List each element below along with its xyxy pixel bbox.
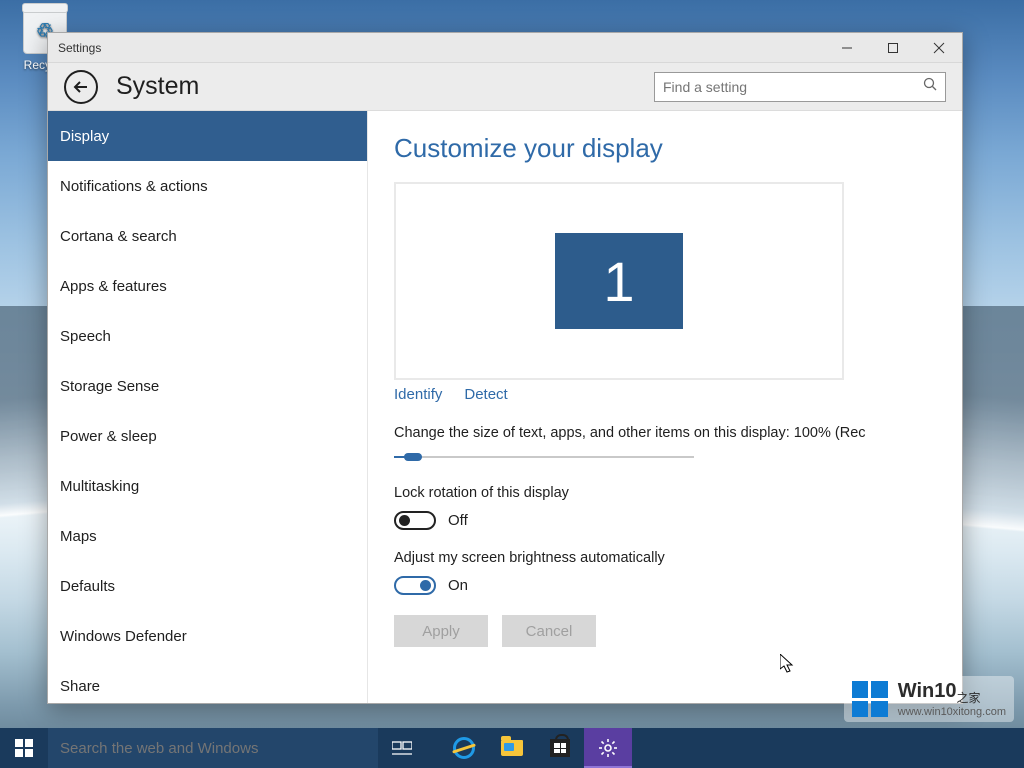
sidebar-item-speech[interactable]: Speech — [48, 311, 367, 361]
minimize-icon — [841, 42, 853, 54]
brightness-toggle-row: On — [394, 576, 962, 595]
taskbar-settings-active[interactable] — [584, 728, 632, 768]
lock-rotation-switch[interactable] — [394, 511, 436, 530]
content-pane: Customize your display 1 Identify Detect… — [368, 111, 962, 703]
start-button[interactable] — [0, 728, 48, 768]
minimize-button[interactable] — [824, 33, 870, 63]
page-header-title: System — [116, 72, 654, 101]
slider-thumb[interactable] — [404, 453, 422, 461]
maximize-button[interactable] — [870, 33, 916, 63]
maximize-icon — [887, 42, 899, 54]
brightness-label: Adjust my screen brightness automaticall… — [394, 550, 962, 566]
taskbar-explorer[interactable] — [488, 728, 536, 768]
watermark-suffix: 之家 — [957, 691, 981, 705]
windows-logo-icon — [852, 681, 888, 717]
preview-actions: Identify Detect — [394, 386, 962, 403]
sidebar-item-maps[interactable]: Maps — [48, 511, 367, 561]
window-body: Display Notifications & actions Cortana … — [48, 111, 962, 703]
taskbar[interactable] — [0, 728, 1024, 768]
sidebar-item-apps[interactable]: Apps & features — [48, 261, 367, 311]
cancel-button[interactable]: Cancel — [502, 615, 596, 647]
window-title: Settings — [48, 41, 824, 55]
sidebar-item-notifications[interactable]: Notifications & actions — [48, 161, 367, 211]
button-row: Apply Cancel — [394, 615, 962, 647]
lock-rotation-state: Off — [448, 512, 468, 529]
sidebar[interactable]: Display Notifications & actions Cortana … — [48, 111, 368, 703]
gear-icon — [598, 738, 618, 758]
watermark-url: www.win10xitong.com — [898, 706, 1006, 718]
windows-start-icon — [15, 739, 33, 757]
identify-link[interactable]: Identify — [394, 386, 442, 403]
brightness-switch[interactable] — [394, 576, 436, 595]
taskbar-store[interactable] — [536, 728, 584, 768]
sidebar-item-defender[interactable]: Windows Defender — [48, 611, 367, 661]
watermark-title: Win10 — [898, 680, 957, 702]
detect-link[interactable]: Detect — [464, 386, 507, 403]
monitor-number: 1 — [603, 249, 634, 314]
lock-rotation-label: Lock rotation of this display — [394, 485, 962, 501]
task-view-button[interactable] — [378, 728, 426, 768]
watermark: Win10之家 www.win10xitong.com — [844, 676, 1014, 722]
titlebar[interactable]: Settings — [48, 33, 962, 63]
switch-knob — [420, 580, 431, 591]
internet-explorer-icon — [453, 737, 475, 759]
slider-track — [394, 456, 694, 458]
task-view-icon — [392, 740, 412, 756]
arrow-left-icon — [72, 78, 90, 96]
lock-rotation-toggle-row: Off — [394, 511, 962, 530]
monitor-tile-1[interactable]: 1 — [555, 233, 683, 329]
settings-window: Settings System — [47, 32, 963, 704]
settings-search-input[interactable] — [663, 79, 923, 95]
scale-slider[interactable] — [394, 451, 694, 463]
sidebar-item-display[interactable]: Display — [48, 111, 367, 161]
watermark-text: Win10之家 www.win10xitong.com — [898, 680, 1006, 718]
sidebar-item-storage[interactable]: Storage Sense — [48, 361, 367, 411]
taskbar-search[interactable] — [48, 728, 378, 768]
taskbar-search-input[interactable] — [60, 740, 366, 757]
store-icon — [550, 739, 570, 757]
close-button[interactable] — [916, 33, 962, 63]
settings-search-box[interactable] — [654, 72, 946, 102]
close-icon — [933, 42, 945, 54]
taskbar-ie[interactable] — [440, 728, 488, 768]
switch-knob — [399, 515, 410, 526]
brightness-state: On — [448, 577, 468, 594]
search-icon — [923, 77, 937, 96]
back-button[interactable] — [64, 70, 98, 104]
scale-label: Change the size of text, apps, and other… — [394, 425, 962, 441]
display-preview[interactable]: 1 — [394, 182, 844, 380]
page-header: System — [48, 63, 962, 111]
desktop: ♲ Recycle Settings System — [0, 0, 1024, 768]
sidebar-item-defaults[interactable]: Defaults — [48, 561, 367, 611]
file-explorer-icon — [501, 740, 523, 756]
sidebar-item-share[interactable]: Share — [48, 661, 367, 703]
sidebar-item-power[interactable]: Power & sleep — [48, 411, 367, 461]
apply-button[interactable]: Apply — [394, 615, 488, 647]
page-title: Customize your display — [394, 133, 962, 164]
sidebar-item-cortana[interactable]: Cortana & search — [48, 211, 367, 261]
sidebar-item-multitasking[interactable]: Multitasking — [48, 461, 367, 511]
